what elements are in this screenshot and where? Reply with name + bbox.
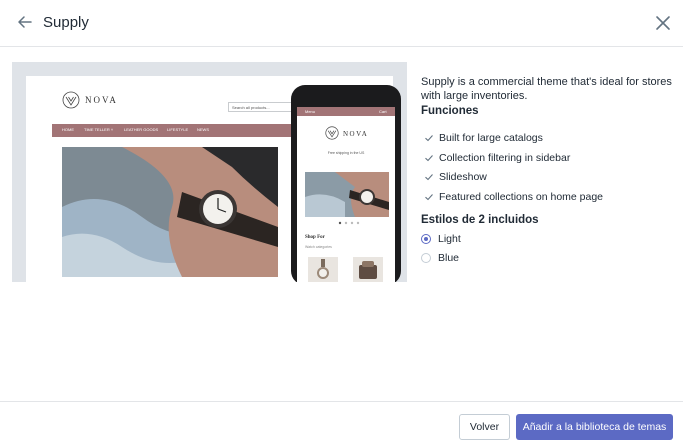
mobile-logo-text: NOVA xyxy=(343,130,369,138)
desktop-nav-item: LEATHER GOODS xyxy=(124,127,159,132)
mobile-cart-label: Cart xyxy=(379,109,387,114)
mobile-screen: Menu Cart NOVA Free shipping in the US S… xyxy=(297,107,395,282)
desktop-logo-text: NOVA xyxy=(85,95,118,105)
back-button[interactable] xyxy=(14,11,36,33)
theme-preview-image: NOVA Search all products... HOME TIME TE… xyxy=(12,62,407,282)
checkmark-icon xyxy=(425,155,433,162)
close-icon xyxy=(656,16,670,30)
checkmark-icon xyxy=(425,194,433,201)
mobile-product-thumb xyxy=(308,257,338,282)
desktop-hero-image xyxy=(62,147,278,277)
add-to-library-button[interactable]: Añadir a la biblioteca de temas xyxy=(516,414,673,440)
arrow-left-icon xyxy=(18,16,32,28)
style-option-label: Blue xyxy=(438,252,460,264)
page-title: Supply xyxy=(43,14,89,31)
checkmark-icon xyxy=(425,174,433,181)
close-button[interactable] xyxy=(652,12,674,34)
desktop-nav-item: HOME xyxy=(62,127,74,132)
radio-button[interactable] xyxy=(421,253,431,263)
theme-description: Supply is a commercial theme that's idea… xyxy=(421,76,672,102)
nova-logo-icon xyxy=(325,126,339,140)
modal-header: Supply xyxy=(0,0,683,47)
mobile-menu-label: Menu xyxy=(305,109,316,114)
nova-logo-icon xyxy=(62,91,80,109)
mobile-section-subtitle: Watch categories xyxy=(305,245,332,249)
mobile-section-title: Shop For xyxy=(305,235,325,240)
feature-item: Built for large catalogs xyxy=(421,130,676,146)
feature-item: Slideshow xyxy=(421,169,676,185)
radio-button[interactable] xyxy=(421,234,431,244)
feature-item: Featured collections on home page xyxy=(421,189,676,205)
style-option-blue[interactable]: Blue xyxy=(421,251,541,267)
mobile-hero-image xyxy=(305,172,389,217)
feature-label: Slideshow xyxy=(439,171,487,183)
modal-footer: Volver Añadir a la biblioteca de temas xyxy=(0,401,683,447)
mobile-tagline: Free shipping in the US xyxy=(327,151,365,155)
feature-label: Featured collections on home page xyxy=(439,191,604,203)
back-text-button[interactable]: Volver xyxy=(459,414,510,440)
features-heading: Funciones xyxy=(421,105,479,117)
checkmark-icon xyxy=(425,135,433,142)
desktop-nav-item: NEWS xyxy=(197,127,209,132)
mobile-product-thumb xyxy=(353,257,383,282)
style-option-label: Light xyxy=(438,233,461,245)
desktop-nav-item: LIFESTYLE xyxy=(167,127,189,132)
feature-item: Collection filtering in sidebar xyxy=(421,150,676,166)
style-option-light[interactable]: Light xyxy=(421,232,541,248)
slideshow-dots-icon xyxy=(338,221,360,225)
mobile-top-bar: Menu Cart xyxy=(297,107,395,116)
feature-label: Collection filtering in sidebar xyxy=(439,152,571,164)
styles-heading: Estilos de 2 incluidos xyxy=(421,214,539,226)
desktop-nav-item: TIME TELLER ˅ xyxy=(84,127,114,132)
feature-label: Built for large catalogs xyxy=(439,132,543,144)
mobile-preview: Menu Cart NOVA Free shipping in the US S… xyxy=(291,85,401,282)
desktop-search-box: Search all products... xyxy=(228,102,298,112)
